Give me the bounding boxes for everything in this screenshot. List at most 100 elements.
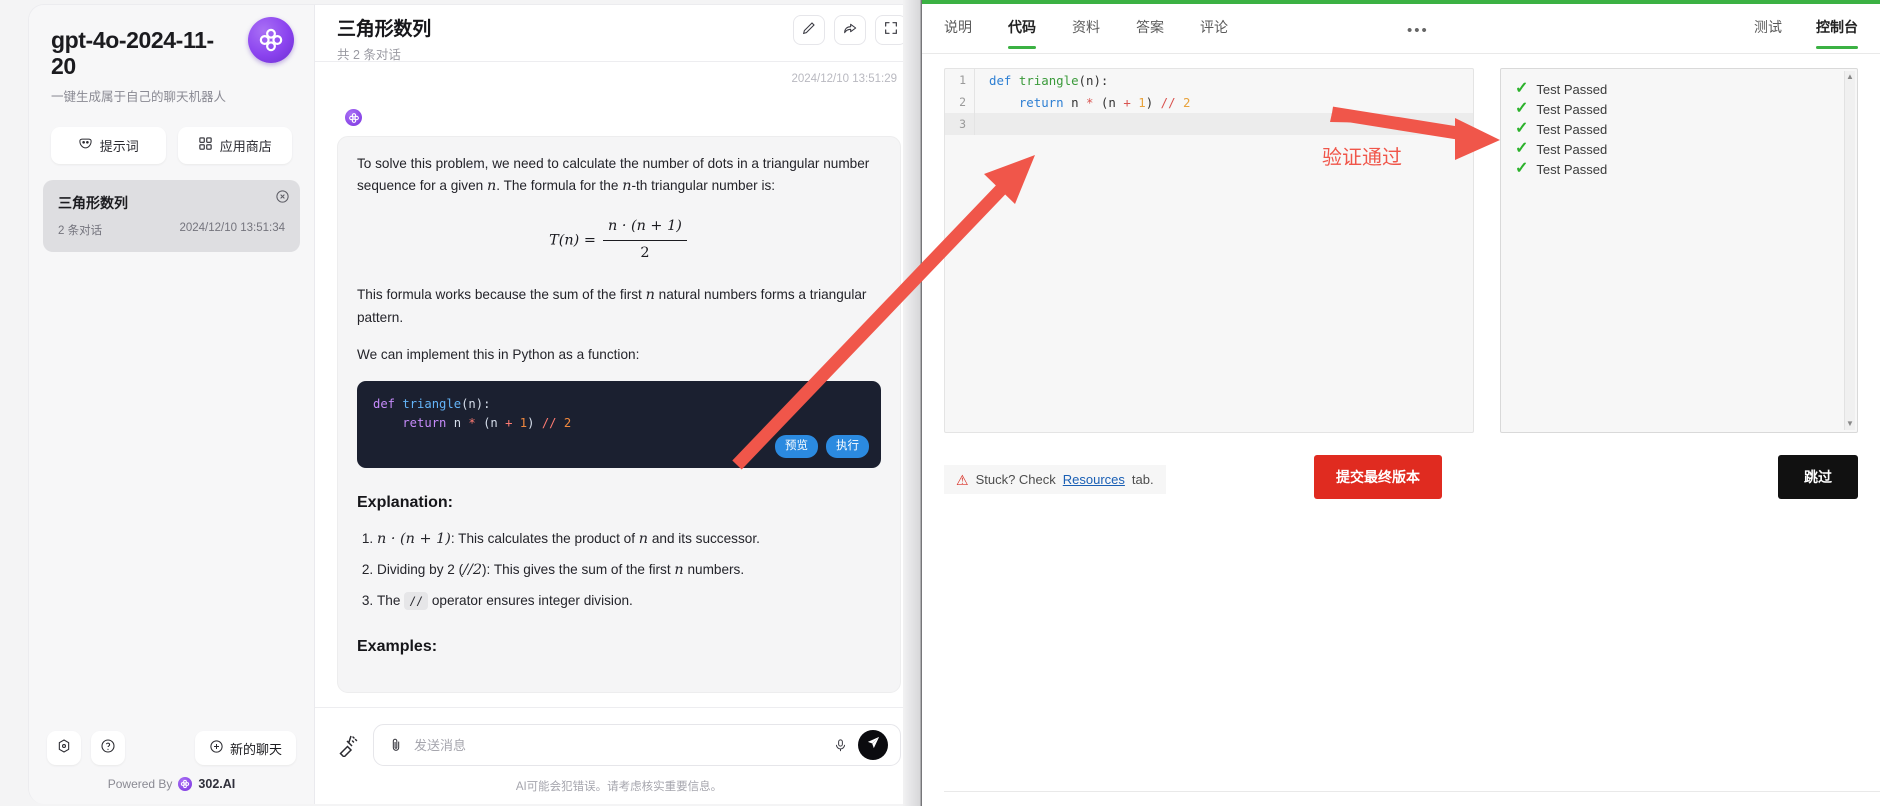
code-num-1: 1	[512, 415, 528, 430]
list-item: ✓ Test Passed	[1515, 121, 1843, 137]
tab-resources[interactable]: 资料	[1072, 4, 1100, 49]
plus-circle-icon	[209, 739, 224, 757]
search-input[interactable]	[414, 737, 823, 753]
tab-code[interactable]: 代码	[1008, 4, 1036, 49]
triangle-up-icon[interactable]: ▲	[1845, 71, 1855, 83]
powered-by-text: Powered By	[107, 777, 173, 791]
stuck-prefix: Stuck? Check	[975, 472, 1056, 487]
ed-op-plus: +	[1123, 94, 1131, 110]
item2-math: //2	[463, 561, 482, 578]
para1-n: n	[486, 178, 497, 195]
para1-b: . The formula for the	[496, 178, 623, 194]
bottom-divider	[944, 791, 1880, 792]
editor-line-active: 3	[945, 113, 1473, 135]
code-kw-def: def	[373, 397, 396, 412]
send-button[interactable]	[858, 730, 888, 760]
coding-platform: 说明 代码 资料 答案 评论 ••• 测试 控制台 1 def triangle…	[922, 0, 1880, 806]
check-mark-icon: ✓	[1515, 120, 1529, 137]
list-item[interactable]: 三角形数列 2 条对话 2024/12/10 13:51:34	[43, 179, 300, 252]
window-divider	[903, 0, 922, 806]
pencil-icon	[801, 20, 817, 41]
list-item: ✓ Test Passed	[1515, 141, 1843, 157]
test-result-label: Test Passed	[1536, 81, 1608, 97]
code-op-floordiv: //	[541, 415, 557, 430]
chat-sidebar: gpt-4o-2024-11-20 一键生成属于自己的聊天机器人 提示词 应用商…	[29, 5, 314, 804]
skip-button[interactable]: 跳过	[1778, 455, 1858, 499]
close-circle-icon[interactable]	[275, 189, 290, 204]
composer-row	[337, 724, 901, 766]
item1-math: n · (n + 1)	[377, 530, 451, 547]
sidebar-header: gpt-4o-2024-11-20 一键生成属于自己的聊天机器人	[29, 5, 314, 105]
chat-subtitle: 共 2 条对话	[337, 48, 401, 62]
preview-code-button[interactable]: 预览	[775, 434, 818, 458]
code-l2-b: (n	[475, 415, 506, 430]
message-paragraph-2: This formula works because the sum of th…	[357, 284, 881, 329]
run-code-button[interactable]: 执行	[826, 434, 869, 458]
tab-console[interactable]: 控制台	[1816, 4, 1858, 49]
tab-description[interactable]: 说明	[944, 4, 972, 49]
code-l2-a: n	[446, 415, 469, 430]
test-result-label: Test Passed	[1536, 161, 1608, 177]
chat-message-scroll[interactable]: 2024/12/10 13:51:29 To solve this proble…	[315, 63, 922, 707]
message-timestamp: 2024/12/10 13:51:29	[791, 73, 897, 85]
edit-button[interactable]	[793, 15, 825, 45]
check-mark-icon: ✓	[1515, 80, 1529, 97]
ed-num-2: 2	[1175, 94, 1191, 110]
ed-l2-a: n	[1063, 94, 1086, 110]
302-logo-icon	[178, 777, 193, 791]
formula-lhs: T(n) =	[549, 232, 596, 249]
formula-denominator: 2	[602, 239, 687, 265]
triangular-number-formula: T(n) = n · (n + 1) 2	[357, 215, 881, 265]
powered-by-name: 302.AI	[198, 777, 236, 791]
clear-broom-icon[interactable]	[337, 733, 361, 759]
code-fn-name: triangle	[395, 397, 462, 412]
triangle-down-icon[interactable]: ▼	[1845, 418, 1855, 430]
submit-final-button[interactable]: 提交最终版本	[1314, 455, 1442, 499]
conversation-list: 三角形数列 2 条对话 2024/12/10 13:51:34	[29, 164, 314, 252]
more-horizontal-icon[interactable]: •••	[1407, 22, 1429, 39]
ed-kw-def: def	[989, 72, 1012, 88]
screenshot-root: gpt-4o-2024-11-20 一键生成属于自己的聊天机器人 提示词 应用商…	[0, 0, 1880, 806]
para2-a: This formula works because the sum of th…	[357, 287, 646, 302]
tab-comments[interactable]: 评论	[1200, 4, 1228, 49]
item2-pre: Dividing by 2 (	[377, 561, 464, 577]
code-editor[interactable]: 1 def triangle(n): 2 return n * (n + 1) …	[944, 68, 1474, 433]
console-scrollbar[interactable]: ▲ ▼	[1844, 71, 1855, 430]
tab-test[interactable]: 测试	[1754, 4, 1782, 49]
app-store-button[interactable]: 应用商店	[177, 126, 292, 164]
message-input-shell[interactable]	[373, 724, 901, 766]
explanation-heading: Explanation:	[357, 493, 454, 511]
help-button[interactable]	[91, 731, 125, 765]
editor-line: 1 def triangle(n):	[945, 69, 1473, 91]
line-number: 3	[945, 113, 975, 135]
list-item: ✓ Test Passed	[1515, 161, 1843, 177]
code-block: def triangle(n): return n * (n + 1) // 2…	[357, 381, 881, 468]
share-arrow-icon	[842, 20, 858, 41]
tab-answer[interactable]: 答案	[1136, 4, 1164, 49]
ed-l2-b: (n	[1093, 94, 1124, 110]
powered-by: Powered By 302.AI	[47, 777, 296, 791]
conversation-meta: 2 条对话 2024/12/10 13:51:34	[58, 222, 285, 238]
new-chat-button[interactable]: 新的聊天	[194, 731, 296, 765]
prompt-library-button[interactable]: 提示词	[51, 126, 166, 164]
code-kw-return: return	[373, 415, 447, 430]
conversation-count: 2 条对话	[58, 224, 103, 237]
quick-action-row: 提示词 应用商店	[29, 105, 314, 164]
paperclip-icon[interactable]	[388, 737, 404, 753]
resources-link[interactable]: Resources	[1063, 472, 1125, 487]
settings-button[interactable]	[47, 731, 81, 765]
sidebar-footer-row: 新的聊天	[47, 731, 296, 765]
ed-l2-c: )	[1145, 94, 1161, 110]
share-button[interactable]	[834, 15, 866, 45]
chat-main: 三角形数列 共 2 条对话 2024/12/10 13:51:29 To sol…	[314, 5, 922, 804]
302-bot-avatar-icon	[345, 109, 362, 126]
prompt-library-label: 提示词	[99, 138, 139, 154]
list-item: The // operator ensures integer division…	[377, 590, 881, 612]
microphone-icon[interactable]	[833, 738, 848, 753]
test-result-label: Test Passed	[1536, 101, 1608, 117]
message-paragraph-1: To solve this problem, we need to calcul…	[357, 153, 881, 198]
302-clover-logo-icon	[248, 17, 294, 63]
list-item: ✓ Test Passed	[1515, 81, 1843, 97]
ai-disclaimer: AI可能会犯错误。请考虑核实重要信息。	[515, 781, 723, 793]
platform-tabbar: 说明 代码 资料 答案 评论 ••• 测试 控制台	[922, 4, 1880, 54]
